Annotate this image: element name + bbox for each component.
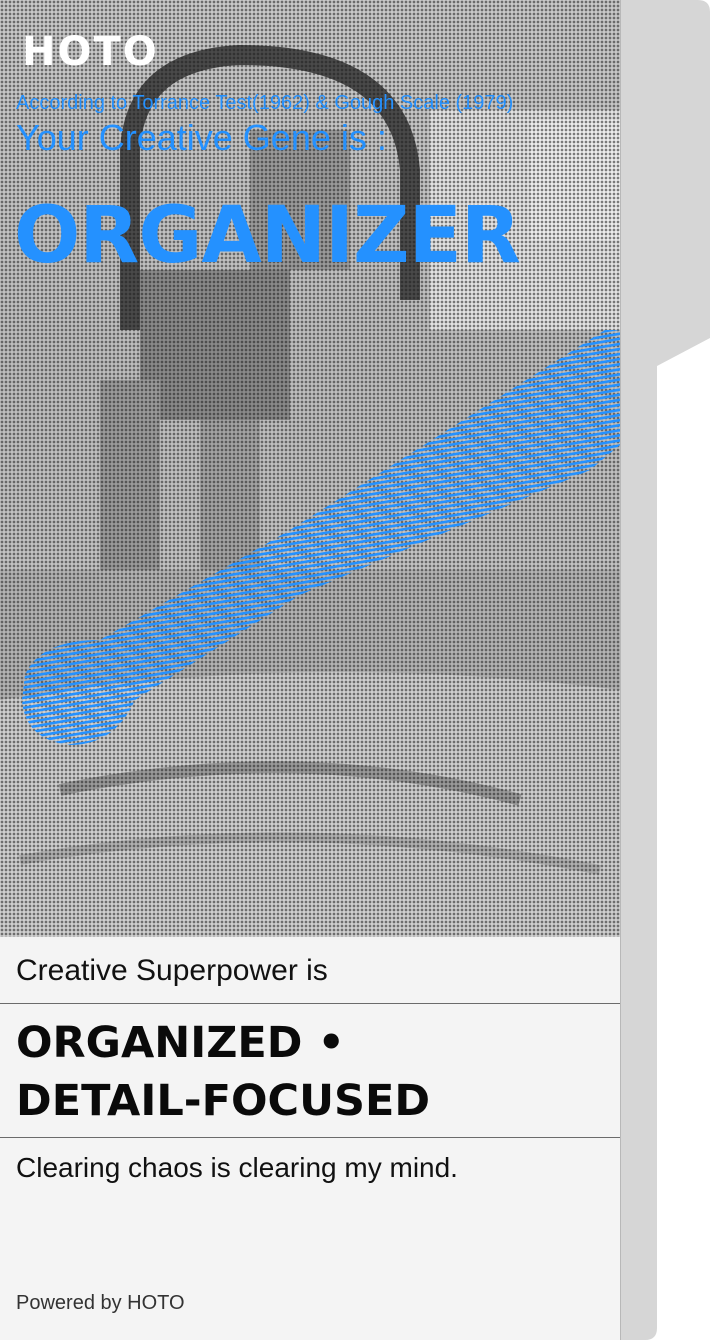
info-panel: Creative Superpower is ORGANIZED • DETAI… (0, 937, 620, 1340)
powered-by-text: Powered by HOTO (16, 1292, 185, 1314)
hoto-logo: HOTO (22, 29, 159, 75)
creative-gene-heading: Your Creative Gene is : (16, 117, 387, 158)
superpower-line-1: ORGANIZED • (16, 1018, 345, 1068)
superpower-value: ORGANIZED • DETAIL-FOCUSED (0, 1004, 620, 1138)
gene-type-title: ORGANIZER (14, 191, 521, 281)
superpower-line-2: DETAIL-FOCUSED (16, 1076, 431, 1126)
superpower-label: Creative Superpower is (0, 937, 620, 1004)
quote-text: Clearing chaos is clearing my mind. (16, 1152, 458, 1183)
citation-text: According to Torrance Test(1962) & Gough… (16, 92, 514, 114)
result-card: HOTO According to Torrance Test(1962) & … (0, 0, 620, 1340)
